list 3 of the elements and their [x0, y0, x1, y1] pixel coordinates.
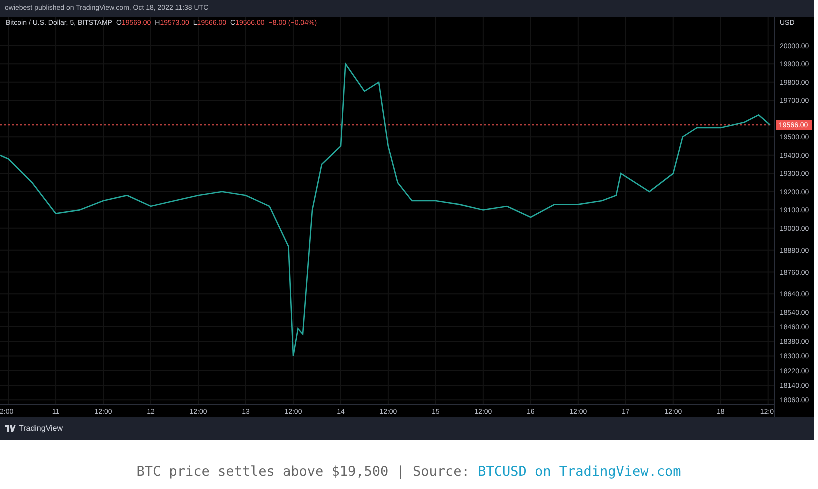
brand-name[interactable]: TradingView	[19, 424, 64, 433]
logo-icon[interactable]	[5, 425, 16, 432]
image-caption: BTC price settles above $19,500 | Source: BTCUSD on TradingView.com	[136, 464, 682, 480]
